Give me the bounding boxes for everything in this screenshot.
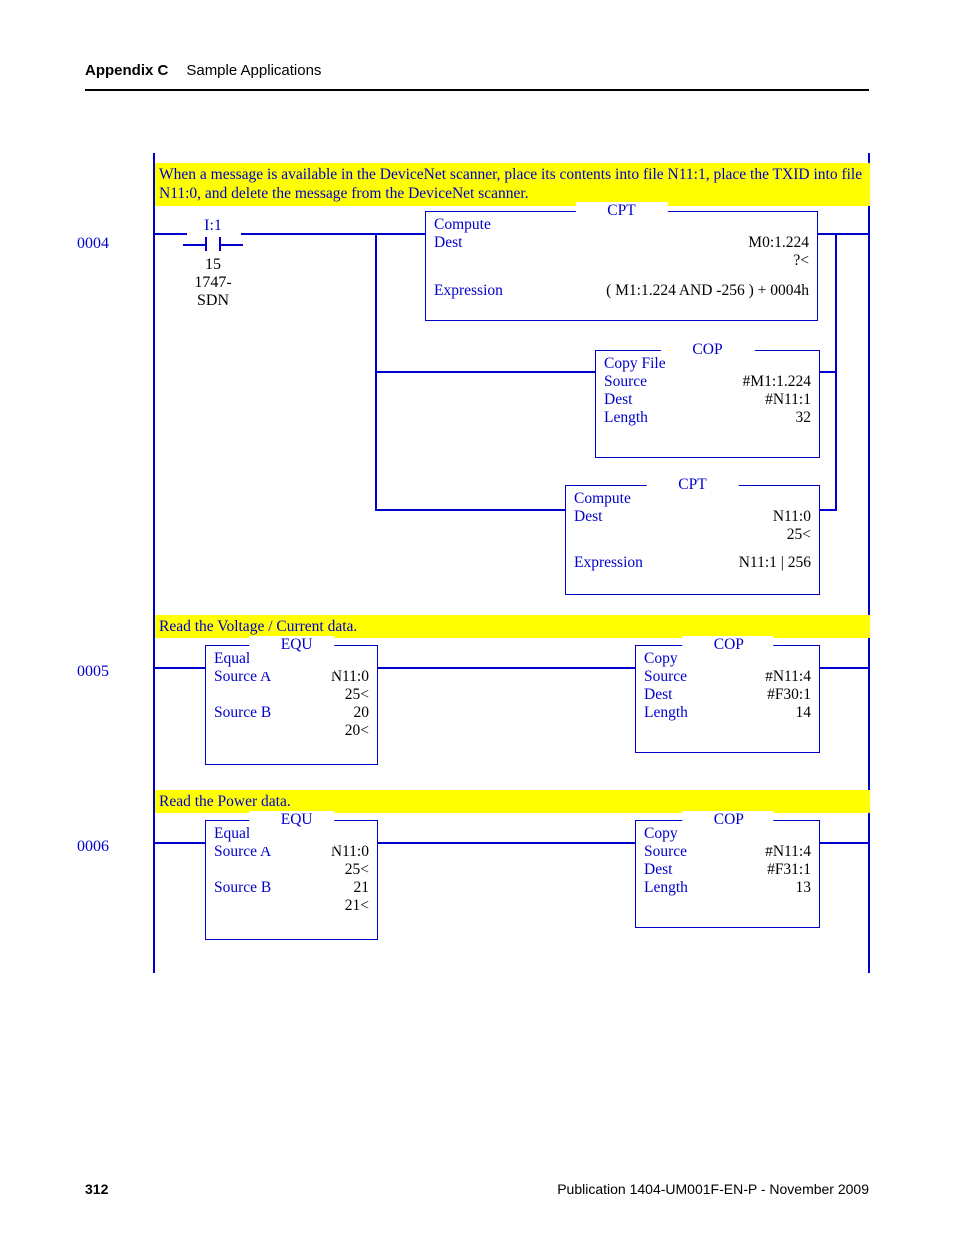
value: 25<	[214, 686, 369, 704]
cpt-instruction: CPT Compute Dest M0:1.224 ?< Expression …	[425, 211, 818, 321]
label: Dest	[434, 234, 462, 252]
right-power-rail	[868, 153, 870, 973]
value: 25<	[214, 861, 369, 879]
wire	[819, 371, 837, 373]
rung-comment: Read the Voltage / Current data.	[155, 615, 870, 638]
wire	[375, 371, 595, 373]
value: N11:0	[331, 668, 369, 686]
value: N11:1 | 256	[739, 554, 811, 572]
ladder-diagram: When a message is available in the Devic…	[125, 153, 870, 973]
rung-number: 0004	[77, 235, 109, 253]
instruction-mnemonic: COP	[682, 636, 774, 672]
value: 14	[796, 704, 812, 722]
instruction-mnemonic: CPT	[575, 202, 667, 220]
label: Length	[644, 704, 688, 722]
rung-number: 0006	[77, 838, 109, 856]
label: Source B	[214, 879, 271, 897]
cop-instruction: COP Copy File Source#N11:4 Dest#F30:1 Le…	[635, 645, 820, 753]
label: Length	[604, 409, 648, 427]
value: #N11:1	[765, 391, 811, 409]
wire	[153, 667, 205, 669]
value: 13	[796, 879, 812, 897]
label: Length	[644, 879, 688, 897]
page-footer: 312 Publication 1404-UM001F-EN-P - Novem…	[85, 1181, 869, 1197]
label: Dest	[644, 686, 672, 704]
instruction-mnemonic: CPT	[646, 476, 738, 494]
cop-instruction: COP Copy File Source#N11:4 Dest#F31:1 Le…	[635, 820, 820, 928]
wire	[153, 842, 205, 844]
instruction-mnemonic: COP	[682, 811, 774, 847]
page: Appendix C Sample Applications When a me…	[0, 0, 954, 1235]
rung-comment: Read the Power data.	[155, 790, 870, 813]
wire	[819, 509, 837, 511]
label: Dest	[574, 508, 602, 526]
cpt-instruction: CPT Compute DestN11:0 25< ExpressionN11:…	[565, 485, 820, 595]
value: #M1:1.224	[743, 373, 811, 391]
wire	[378, 842, 635, 844]
label: Expression	[574, 554, 643, 572]
wire	[241, 233, 425, 235]
label: Expression	[434, 282, 503, 300]
value: 21	[354, 879, 370, 897]
publication-info: Publication 1404-UM001F-EN-P - November …	[557, 1181, 869, 1197]
value: #F30:1	[767, 686, 811, 704]
equ-instruction: EQU Equal Source AN11:0 25< Source B21 2…	[205, 820, 378, 940]
left-power-rail	[153, 153, 155, 973]
value: 25<	[574, 526, 811, 544]
header-rule	[85, 89, 869, 91]
xic-contact: I:1 15 1747-SDN	[183, 217, 243, 310]
page-number: 312	[85, 1181, 108, 1197]
value: 32	[796, 409, 812, 427]
value: 21<	[214, 897, 369, 915]
wire	[378, 667, 635, 669]
wire	[153, 233, 187, 235]
cop-instruction: COP Copy File Source#M1:1.224 Dest#N11:1…	[595, 350, 820, 458]
contact-slot: 1747-SDN	[183, 274, 243, 310]
value: 20<	[214, 722, 369, 740]
value: M0:1.224	[748, 234, 809, 252]
wire	[820, 667, 870, 669]
value: 20	[354, 704, 370, 722]
chapter-title: Sample Applications	[186, 62, 321, 79]
contact-bit: 15	[183, 256, 243, 274]
label: Source	[644, 843, 687, 861]
value: ( M1:1.224 AND -256 ) + 0004h	[606, 282, 809, 300]
label: Source	[604, 373, 647, 391]
label: Source B	[214, 704, 271, 722]
instruction-mnemonic: EQU	[249, 811, 335, 847]
rung-comment: When a message is available in the Devic…	[155, 163, 870, 206]
label: Dest	[604, 391, 632, 409]
value: N11:0	[773, 508, 811, 526]
value: ?<	[434, 252, 809, 270]
instruction-mnemonic: EQU	[249, 636, 335, 672]
equ-instruction: EQU Equal Source AN11:0 25< Source B20 2…	[205, 645, 378, 765]
contact-tag: I:1	[183, 217, 243, 235]
wire	[820, 842, 870, 844]
wire	[375, 509, 565, 511]
value: #F31:1	[767, 861, 811, 879]
wire	[818, 233, 870, 235]
instruction-mnemonic: COP	[660, 341, 754, 359]
label: Source	[644, 668, 687, 686]
value: N11:0	[331, 843, 369, 861]
contact-symbol	[183, 236, 243, 254]
label: Dest	[644, 861, 672, 879]
rung-number: 0005	[77, 663, 109, 681]
running-head: Appendix C Sample Applications	[85, 62, 869, 79]
appendix-label: Appendix C	[85, 62, 168, 79]
